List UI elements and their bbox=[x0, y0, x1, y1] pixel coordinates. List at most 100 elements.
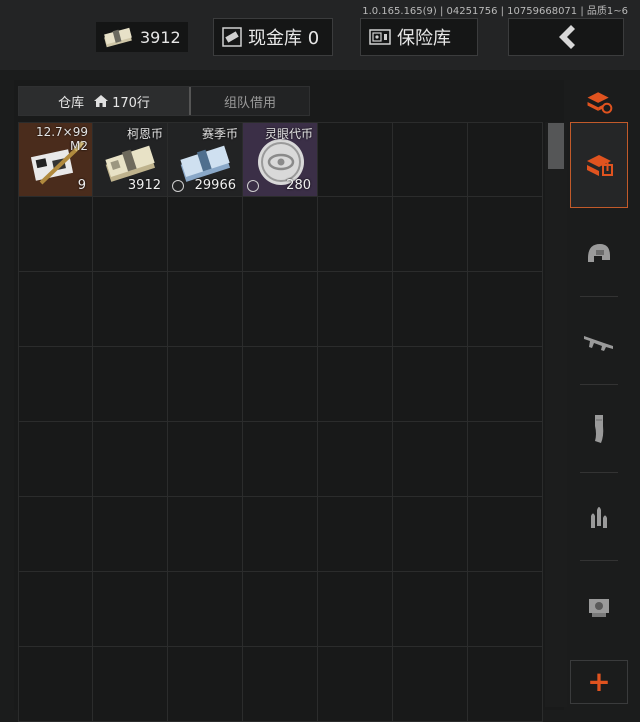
tab-warehouse-label: 仓库 bbox=[58, 95, 85, 111]
inventory-slot[interactable] bbox=[393, 572, 468, 647]
item-name: 赛季币 bbox=[201, 127, 238, 141]
inventory-item-season-coin[interactable]: 赛季币 29966 bbox=[168, 123, 242, 196]
chevron-left-icon bbox=[559, 25, 575, 49]
inventory-slot[interactable] bbox=[243, 422, 318, 497]
helmet-icon bbox=[588, 244, 610, 262]
inventory-slot[interactable] bbox=[318, 272, 393, 347]
inventory-slot[interactable] bbox=[93, 422, 168, 497]
inventory-slot[interactable] bbox=[168, 572, 243, 647]
inventory-slot[interactable] bbox=[393, 197, 468, 272]
sidebar-item-ammo[interactable] bbox=[570, 474, 628, 560]
sidebar-item-weapons[interactable] bbox=[570, 298, 628, 384]
inventory-slot[interactable] bbox=[243, 572, 318, 647]
sort-stack-icon bbox=[587, 92, 613, 114]
inventory-slot[interactable] bbox=[318, 197, 393, 272]
inventory-slot[interactable]: 柯恩币 3912 bbox=[93, 122, 168, 197]
inventory-slot[interactable] bbox=[18, 197, 93, 272]
inventory-slot[interactable] bbox=[93, 272, 168, 347]
item-count: 9 bbox=[77, 178, 86, 193]
sidebar-divider bbox=[580, 472, 618, 473]
inventory-slot[interactable] bbox=[468, 122, 543, 197]
item-count: 3912 bbox=[127, 178, 161, 193]
inventory-grid: 12.7×99 M2 9 柯恩币 3912 赛季币 29966 灵眼代币 280 bbox=[18, 122, 543, 722]
rifle-icon bbox=[584, 336, 613, 351]
sort-button[interactable] bbox=[570, 80, 628, 124]
back-button[interactable] bbox=[508, 18, 624, 56]
inventory-slot[interactable] bbox=[243, 347, 318, 422]
inventory-slot[interactable] bbox=[93, 497, 168, 572]
coin-currency-icon bbox=[172, 180, 184, 192]
inventory-slot[interactable] bbox=[318, 647, 393, 722]
sidebar-item-attachments[interactable] bbox=[570, 562, 628, 648]
inventory-slot[interactable] bbox=[243, 497, 318, 572]
version-info: 1.0.165.165(9) | 04251756 | 10759668071 … bbox=[362, 6, 628, 17]
inventory-slot[interactable] bbox=[393, 347, 468, 422]
inventory-slot[interactable] bbox=[18, 572, 93, 647]
inventory-slot[interactable] bbox=[318, 422, 393, 497]
scope-icon bbox=[589, 599, 609, 617]
inventory-slot[interactable] bbox=[18, 347, 93, 422]
cash-vault-button[interactable]: 现金库 0 bbox=[213, 18, 333, 56]
inventory-slot[interactable] bbox=[393, 422, 468, 497]
grid-scrollbar-thumb[interactable] bbox=[548, 123, 564, 169]
inventory-slot[interactable]: 12.7×99 M2 9 bbox=[18, 122, 93, 197]
grid-scrollbar[interactable] bbox=[545, 122, 567, 707]
tab-team-loan-label: 组队借用 bbox=[223, 95, 276, 111]
inventory-slot[interactable] bbox=[318, 497, 393, 572]
inventory-slot[interactable] bbox=[468, 347, 543, 422]
inventory-slot[interactable] bbox=[468, 422, 543, 497]
inventory-slot[interactable] bbox=[93, 572, 168, 647]
inventory-slot[interactable] bbox=[318, 122, 393, 197]
safe-vault-button[interactable]: 保险库 bbox=[360, 18, 478, 56]
inventory-item-kohen-coin[interactable]: 柯恩币 3912 bbox=[93, 123, 167, 196]
category-sidebar bbox=[570, 80, 628, 710]
inventory-slot[interactable] bbox=[393, 647, 468, 722]
inventory-slot[interactable] bbox=[318, 347, 393, 422]
inventory-slot[interactable] bbox=[393, 497, 468, 572]
inventory-slot[interactable]: 赛季币 29966 bbox=[168, 122, 243, 197]
warehouse-download-icon bbox=[587, 155, 613, 176]
inventory-slot[interactable] bbox=[18, 647, 93, 722]
magazine-icon bbox=[595, 415, 604, 443]
money-value: 3912 bbox=[140, 27, 181, 47]
inventory-slot[interactable] bbox=[168, 272, 243, 347]
inventory-slot[interactable] bbox=[243, 647, 318, 722]
inventory-slot[interactable] bbox=[468, 197, 543, 272]
inventory-slot[interactable] bbox=[243, 272, 318, 347]
sidebar-item-gear[interactable] bbox=[570, 210, 628, 296]
inventory-slot[interactable] bbox=[168, 347, 243, 422]
inventory-slot[interactable] bbox=[468, 647, 543, 722]
inventory-slot[interactable] bbox=[468, 497, 543, 572]
inventory-slot[interactable] bbox=[243, 197, 318, 272]
sidebar-item-warehouse[interactable] bbox=[570, 122, 628, 208]
inventory-slot[interactable] bbox=[168, 647, 243, 722]
inventory-slot[interactable] bbox=[168, 497, 243, 572]
inventory-slot[interactable] bbox=[93, 347, 168, 422]
sidebar-divider bbox=[580, 296, 618, 297]
inventory-slot[interactable]: 灵眼代币 280 bbox=[243, 122, 318, 197]
inventory-slot[interactable] bbox=[393, 272, 468, 347]
inventory-slot[interactable] bbox=[468, 272, 543, 347]
token-timer-icon bbox=[247, 180, 259, 192]
add-page-button[interactable]: + bbox=[570, 660, 628, 704]
tab-warehouse[interactable]: 仓库 170行 bbox=[19, 87, 189, 115]
inventory-item-ammo[interactable]: 12.7×99 M2 9 bbox=[19, 123, 92, 196]
inventory-slot[interactable] bbox=[93, 647, 168, 722]
home-icon bbox=[94, 95, 109, 107]
inventory-slot[interactable] bbox=[393, 122, 468, 197]
inventory-slot[interactable] bbox=[318, 572, 393, 647]
top-bar: 1.0.165.165(9) | 04251756 | 10759668071 … bbox=[0, 0, 640, 70]
inventory-item-spirit-eye-token[interactable]: 灵眼代币 280 bbox=[243, 123, 317, 196]
inventory-slot[interactable] bbox=[168, 197, 243, 272]
inventory-slot[interactable] bbox=[468, 572, 543, 647]
inventory-slot[interactable] bbox=[18, 422, 93, 497]
warehouse-tabs: 仓库 170行 组队借用 bbox=[18, 86, 310, 116]
inventory-slot[interactable] bbox=[18, 497, 93, 572]
inventory-slot[interactable] bbox=[168, 422, 243, 497]
item-count: 29966 bbox=[194, 178, 236, 193]
item-count: 280 bbox=[286, 178, 311, 193]
inventory-slot[interactable] bbox=[93, 197, 168, 272]
inventory-slot[interactable] bbox=[18, 272, 93, 347]
tab-team-loan[interactable]: 组队借用 bbox=[189, 87, 309, 115]
sidebar-item-magazines[interactable] bbox=[570, 386, 628, 472]
